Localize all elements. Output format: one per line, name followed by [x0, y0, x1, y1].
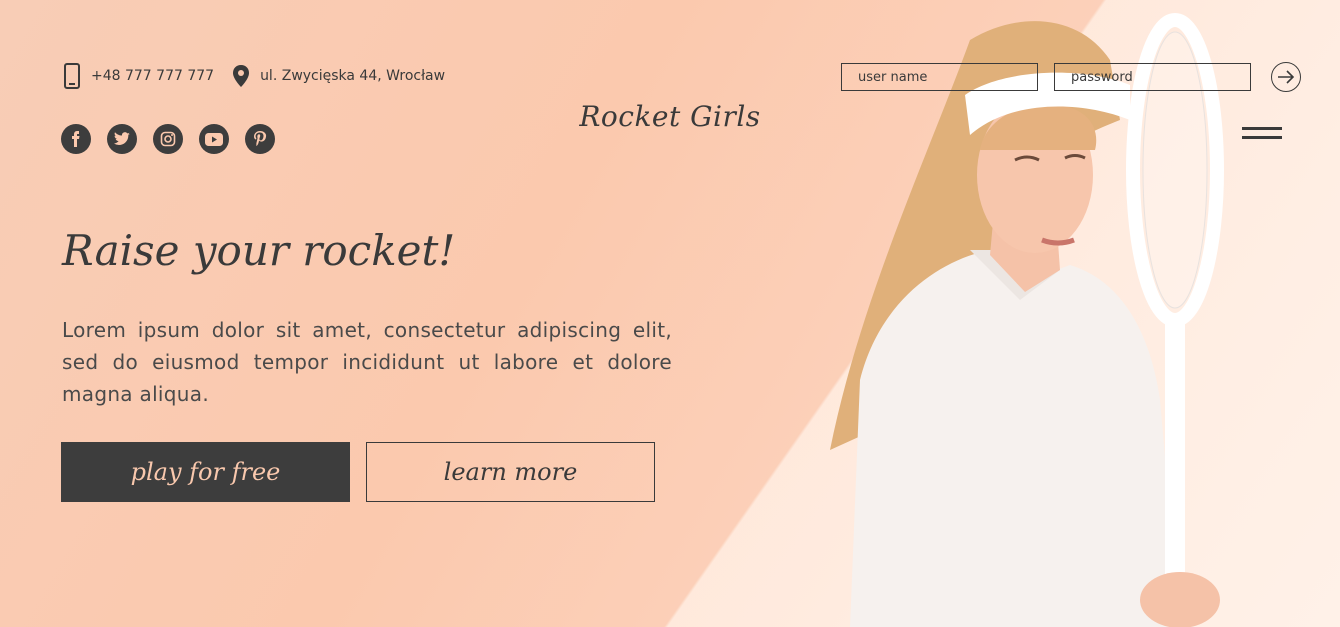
login-submit-button[interactable] [1271, 62, 1301, 92]
username-input[interactable] [841, 63, 1038, 91]
phone-contact[interactable]: +48 777 777 777 [63, 63, 214, 89]
phone-number: +48 777 777 777 [91, 68, 215, 84]
login-form [841, 62, 1301, 92]
address-contact[interactable]: ul. Zwycięska 44, Wrocław [232, 64, 445, 88]
learn-more-button[interactable]: learn more [366, 442, 655, 502]
hero-description: Lorem ipsum dolor sit amet, consectetur … [62, 318, 672, 406]
menu-line [1242, 136, 1282, 139]
hero-headline: Raise your rocket! [62, 226, 456, 275]
password-input[interactable] [1054, 63, 1251, 91]
arrow-right-icon [1278, 70, 1295, 84]
play-for-free-button[interactable]: play for free [61, 442, 350, 502]
menu-line [1242, 127, 1282, 130]
site-logo[interactable]: Rocket Girls [0, 100, 1340, 133]
contact-info: +48 777 777 777 ul. Zwycięska 44, Wrocła… [63, 63, 463, 89]
hero-image-tennis-player [830, 13, 1224, 627]
address-text: ul. Zwycięska 44, Wrocław [260, 68, 446, 84]
location-pin-icon [233, 65, 250, 87]
hamburger-menu-icon[interactable] [1242, 127, 1282, 145]
phone-icon [64, 63, 80, 89]
